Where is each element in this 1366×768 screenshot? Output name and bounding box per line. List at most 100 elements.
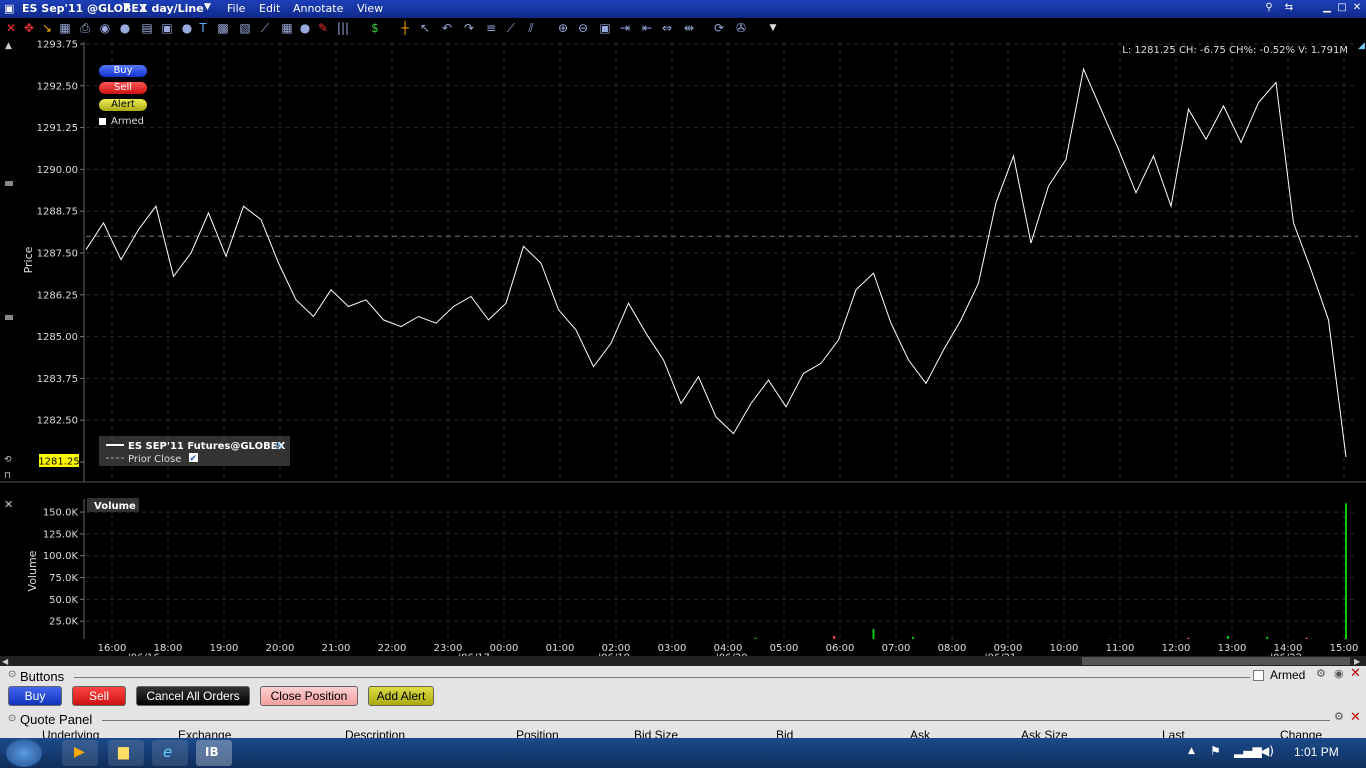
expand-icon[interactable]: ⇔ — [660, 21, 674, 35]
start-button[interactable] — [6, 739, 42, 767]
bars-icon[interactable]: ||| — [336, 21, 350, 35]
chevron-down-icon[interactable]: ▼ — [766, 21, 780, 35]
close-icon[interactable]: ✕ — [1350, 666, 1361, 681]
close-position-button[interactable]: Close Position — [260, 686, 358, 706]
text-icon[interactable]: T — [196, 21, 210, 35]
chevron-down-icon[interactable]: ▼ — [204, 2, 211, 12]
chevron-down-icon[interactable]: ▼ — [123, 2, 130, 12]
settings-icon[interactable]: ⚙ — [1334, 710, 1344, 723]
menu-file[interactable]: File — [227, 2, 245, 15]
time-scrollbar[interactable]: ◀ ▶ — [0, 656, 1366, 666]
pointer-icon[interactable]: ↖ — [418, 21, 432, 35]
panel-armed-checkbox[interactable] — [1253, 670, 1264, 681]
close-icon[interactable]: ✕ — [1350, 710, 1361, 725]
folder-icon[interactable]: ▆ — [108, 740, 144, 766]
wrench-icon[interactable]: ✇ — [734, 21, 748, 35]
collapse-icon[interactable]: ⊙ — [8, 713, 16, 724]
line-chart-icon[interactable]: ⟋ — [258, 21, 272, 35]
fit-icon[interactable]: ▣ — [598, 21, 612, 35]
scroll-right-icon[interactable]: ▶ — [1354, 657, 1360, 666]
column-header-bid-size[interactable]: Bid Size — [634, 728, 678, 738]
layout-icon[interactable]: ▦ — [280, 21, 294, 35]
study-icon[interactable]: ▤ — [140, 21, 154, 35]
settings-icon[interactable]: ◉ — [1334, 667, 1344, 680]
scroll-left-icon[interactable]: ◀ — [2, 657, 8, 666]
crosshair-icon[interactable]: ┼ — [398, 21, 412, 35]
collapse-icon[interactable]: ⊙ — [8, 669, 16, 680]
chart-buy-button[interactable]: Buy — [99, 65, 147, 77]
price-chart[interactable]: 1293.75 1292.50 1291.25 1290.00 1288.75 1287.… — [0, 38, 1366, 484]
column-header-position[interactable]: Position — [516, 728, 559, 738]
dollar-icon[interactable]: $ — [368, 21, 382, 35]
media-player-icon[interactable]: ▶ — [62, 740, 98, 766]
scrollbar-thumb[interactable] — [1082, 657, 1350, 665]
dot-icon[interactable]: ● — [180, 21, 194, 35]
scroll-up-icon[interactable]: ▲ — [5, 41, 12, 51]
column-header-underlying[interactable]: Underlying — [42, 728, 99, 738]
close-panel-icon[interactable]: ✕ — [4, 498, 13, 511]
price-tick-label: 1288.75 — [37, 207, 78, 218]
price-scale-handle[interactable] — [5, 181, 13, 186]
dot-icon[interactable]: ● — [298, 21, 312, 35]
column-header-bid[interactable]: Bid — [776, 728, 793, 738]
minimize-icon[interactable]: ▁ — [1320, 2, 1334, 14]
armed-label: Armed — [111, 116, 145, 127]
volume-icon[interactable]: ◀) — [1260, 744, 1274, 758]
chart-sell-button[interactable]: Sell — [99, 82, 147, 94]
collapse-icon[interactable]: ◢ — [1358, 41, 1365, 51]
column-header-change[interactable]: Change — [1280, 728, 1322, 738]
trendline-icon[interactable]: ⟋ — [504, 21, 518, 35]
pencil-icon[interactable]: ✎ — [316, 21, 330, 35]
column-header-ask[interactable]: Ask — [910, 728, 930, 738]
tray-expand-icon[interactable]: ▲ — [1188, 746, 1195, 756]
list-icon[interactable]: ≡ — [484, 21, 498, 35]
cancel-all-orders-button[interactable]: Cancel All Orders — [136, 686, 250, 706]
reset-scale-icon[interactable]: ⟲ — [4, 455, 12, 465]
compress-icon[interactable]: ⇹ — [682, 21, 696, 35]
circle-icon[interactable]: ● — [118, 21, 132, 35]
print-icon[interactable]: ⎙ — [78, 21, 92, 35]
scroll-right-icon[interactable]: ⇥ — [618, 21, 632, 35]
browser-icon[interactable]: e — [152, 740, 188, 766]
tws-taskbar-button[interactable]: IB — [196, 740, 232, 766]
arrow-icon[interactable]: ↘ — [40, 21, 54, 35]
maximize-icon[interactable]: □ — [1335, 2, 1349, 14]
zoom-box-icon[interactable]: ▣ — [160, 21, 174, 35]
column-header-last[interactable]: Last — [1162, 728, 1185, 738]
zoom-out-icon[interactable]: ⊖ — [576, 21, 590, 35]
menu-annotate[interactable]: Annotate — [293, 2, 343, 15]
link-icon[interactable]: ⇆ — [1282, 2, 1296, 14]
menu-edit[interactable]: Edit — [259, 2, 280, 15]
image-icon[interactable]: ▩ — [216, 21, 230, 35]
interval-selector[interactable]: 1 day/Line — [140, 2, 204, 15]
flag-icon[interactable]: ⚑ — [1210, 744, 1221, 758]
volume-chart[interactable]: Volume ✕ 150.0K 125.0K 100.0K 75.0K 50.0K 25.… — [0, 484, 1366, 656]
zoom-in-icon[interactable]: ⊕ — [556, 21, 570, 35]
menu-view[interactable]: View — [357, 2, 383, 15]
grid-icon[interactable]: ▦ — [58, 21, 72, 35]
price-scale-handle[interactable] — [5, 315, 13, 320]
close-icon[interactable]: ✕ — [1350, 2, 1364, 14]
chart-type-icon[interactable]: ▧ — [238, 21, 252, 35]
panel-buy-button[interactable]: Buy — [8, 686, 62, 706]
redo-icon[interactable]: ↷ — [462, 21, 476, 35]
column-header-exchange[interactable]: Exchange — [178, 728, 231, 738]
link-icon[interactable]: ⚙ — [1316, 667, 1326, 680]
crosshair-icon[interactable]: ✥ — [22, 21, 36, 35]
lock-scale-icon[interactable]: ⊓ — [4, 471, 11, 481]
chart-alert-button[interactable]: Alert — [99, 99, 147, 111]
channel-icon[interactable]: ⫽ — [524, 21, 538, 35]
refresh-icon[interactable]: ◉ — [98, 21, 112, 35]
undo-icon[interactable]: ↶ — [440, 21, 454, 35]
scroll-left-icon[interactable]: ⇤ — [640, 21, 654, 35]
panel-sell-button[interactable]: Sell — [72, 686, 126, 706]
lock-icon[interactable]: ⚲ — [1262, 2, 1276, 14]
column-header-ask-size[interactable]: Ask Size — [1021, 728, 1068, 738]
add-alert-button[interactable]: Add Alert — [368, 686, 434, 706]
sync-icon[interactable]: ⟳ — [712, 21, 726, 35]
network-icon[interactable]: ▂▄▆ — [1234, 744, 1262, 758]
column-header-description[interactable]: Description — [345, 728, 405, 738]
armed-checkbox[interactable] — [99, 118, 106, 125]
wrench-icon[interactable]: ✇ — [275, 442, 283, 452]
delete-icon[interactable]: ✕ — [4, 21, 18, 35]
